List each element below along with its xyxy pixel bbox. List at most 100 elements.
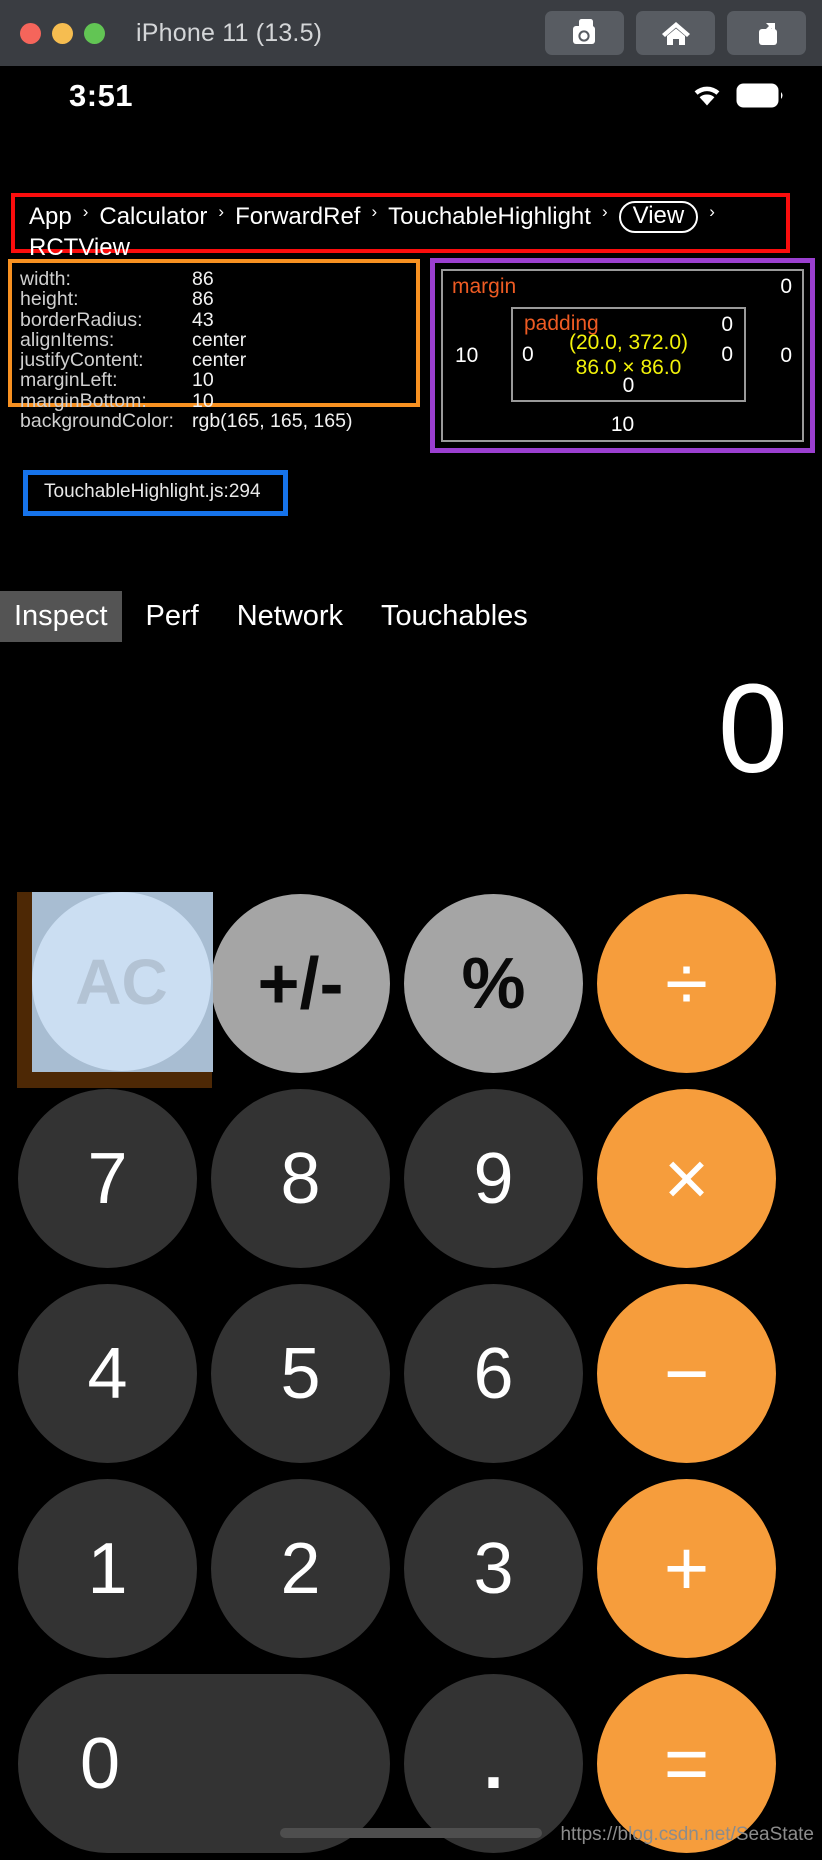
watermark: https://blog.csdn.net/SeaState <box>560 1824 814 1845</box>
prop-value: 10 <box>192 389 214 412</box>
key-0[interactable]: 0 <box>18 1674 390 1853</box>
style-props-panel: width: 86 height: 86 borderRadius: 43 al… <box>8 259 420 431</box>
prop-value: rgb(165, 165, 165) <box>192 410 353 433</box>
margin-top-value: 0 <box>780 275 792 298</box>
prop-key: marginBottom: <box>20 389 147 412</box>
keypad-row: 1 2 3 + <box>18 1479 804 1658</box>
prop-value: 86 <box>192 268 214 290</box>
prop-value: 86 <box>192 288 214 311</box>
key-percent[interactable]: % <box>404 894 583 1073</box>
key-subtract[interactable]: − <box>597 1284 776 1463</box>
source-location-label: TouchableHighlight.js:294 <box>44 481 261 502</box>
key-5[interactable]: 5 <box>211 1284 390 1463</box>
box-model-padding: padding 0 0 0 0 (20.0, 372.0) 86.0 × 86.… <box>511 307 746 402</box>
prop-row: width: 86 <box>20 268 416 290</box>
close-window-button[interactable] <box>20 22 41 44</box>
prop-value: 10 <box>192 369 214 392</box>
prop-key: height: <box>20 288 79 311</box>
box-model-panel: margin 0 10 0 10 padding 0 0 0 0 (20.0, … <box>430 258 815 453</box>
minimize-window-button[interactable] <box>52 22 73 44</box>
simulator-toolbar <box>545 11 806 55</box>
prop-row: justifyContent: center <box>20 349 416 372</box>
calculator-keypad: AC +/- % ÷ 7 8 9 × 4 5 6 − 1 2 3 + 0 . = <box>17 892 804 1860</box>
breadcrumb-item-view-selected[interactable]: View <box>618 201 699 233</box>
tab-touchables[interactable]: Touchables <box>367 591 542 642</box>
wifi-icon <box>690 83 724 113</box>
prop-row: alignItems: center <box>20 328 416 351</box>
box-model-margin-label: margin <box>452 275 517 298</box>
prop-key: width: <box>20 268 71 290</box>
content-size: 86.0 × 86.0 <box>575 355 682 379</box>
prop-row: height: 86 <box>20 288 416 311</box>
battery-icon <box>736 83 784 113</box>
key-6[interactable]: 6 <box>404 1284 583 1463</box>
key-multiply[interactable]: × <box>597 1089 776 1268</box>
prop-row: borderRadius: 43 <box>20 308 416 331</box>
box-model-content: (20.0, 372.0) 86.0 × 86.0 <box>513 330 744 380</box>
home-button[interactable] <box>636 11 715 55</box>
keypad-row: 4 5 6 − <box>18 1284 804 1463</box>
key-2[interactable]: 2 <box>211 1479 390 1658</box>
key-1[interactable]: 1 <box>18 1479 197 1658</box>
screenshot-button[interactable] <box>545 11 624 55</box>
key-ac-highlight-wrapper: AC <box>17 892 213 1088</box>
tab-inspect[interactable]: Inspect <box>0 590 122 642</box>
prop-key: backgroundColor: <box>20 410 174 433</box>
device-screen: 3:51 App › Calculator › ForwardRef › Tou… <box>0 66 822 1860</box>
calculator-display: 0 <box>717 658 788 799</box>
prop-key: justifyContent: <box>20 349 144 372</box>
key-ac[interactable]: AC <box>32 892 211 1071</box>
prop-value: center <box>192 349 247 372</box>
share-icon <box>753 19 781 47</box>
prop-value: 43 <box>192 308 214 331</box>
simulator-titlebar: iPhone 11 (13.5) <box>0 0 822 66</box>
ios-status-bar: 3:51 <box>0 66 822 120</box>
keypad-row: 7 8 9 × <box>18 1089 804 1268</box>
calculator-app: 0 AC +/- % ÷ 7 8 9 × 4 5 6 − 1 2 3 + 0 .… <box>0 649 822 1860</box>
prop-row: marginLeft: 10 <box>20 369 416 392</box>
breadcrumb-separator: › <box>709 202 715 221</box>
breadcrumb-separator: › <box>601 202 608 221</box>
key-plus-minus[interactable]: +/- <box>211 894 390 1073</box>
breadcrumb-separator: › <box>82 202 89 221</box>
prop-key: borderRadius: <box>20 308 143 331</box>
camera-icon <box>570 19 600 47</box>
home-icon <box>661 20 691 47</box>
key-8[interactable]: 8 <box>211 1089 390 1268</box>
home-indicator <box>280 1828 542 1838</box>
content-position: (20.0, 372.0) <box>568 330 689 354</box>
key-decimal[interactable]: . <box>404 1674 583 1853</box>
status-indicators <box>690 83 784 113</box>
source-location-badge[interactable]: TouchableHighlight.js:294 <box>23 470 288 516</box>
status-time: 3:51 <box>69 78 134 113</box>
zoom-window-button[interactable] <box>84 22 105 44</box>
share-button[interactable] <box>727 11 806 55</box>
key-7[interactable]: 7 <box>18 1089 197 1268</box>
key-4[interactable]: 4 <box>18 1284 197 1463</box>
window-controls <box>20 22 105 44</box>
keypad-row: AC +/- % ÷ <box>17 892 804 1088</box>
breadcrumb-item-touchablehighlight[interactable]: TouchableHighlight <box>388 202 591 232</box>
breadcrumb-item-forwardref[interactable]: ForwardRef <box>235 202 360 232</box>
breadcrumb-item-app[interactable]: App <box>29 202 72 232</box>
key-3[interactable]: 3 <box>404 1479 583 1658</box>
breadcrumb-item-calculator[interactable]: Calculator <box>99 202 207 232</box>
margin-bottom-value: 10 <box>610 413 635 436</box>
breadcrumb-separator: › <box>218 202 225 221</box>
key-9[interactable]: 9 <box>404 1089 583 1268</box>
tab-network[interactable]: Network <box>223 591 357 642</box>
simulator-title: iPhone 11 (13.5) <box>136 18 323 47</box>
breadcrumb: App › Calculator › ForwardRef › Touchabl… <box>11 193 790 261</box>
tab-perf[interactable]: Perf <box>132 591 213 642</box>
breadcrumb-separator: › <box>371 202 378 221</box>
key-add[interactable]: + <box>597 1479 776 1658</box>
prop-key: alignItems: <box>20 328 115 351</box>
prop-key: marginLeft: <box>20 369 118 392</box>
inspector-tabbar: Inspect Perf Network Touchables <box>0 583 822 649</box>
prop-row: backgroundColor: rgb(165, 165, 165) <box>20 410 416 433</box>
margin-right-value: 0 <box>780 343 792 367</box>
key-divide[interactable]: ÷ <box>597 894 776 1073</box>
box-model-margin: margin 0 10 0 10 padding 0 0 0 0 (20.0, … <box>441 269 804 442</box>
margin-left-value: 10 <box>455 343 479 367</box>
prop-value: center <box>192 328 247 351</box>
